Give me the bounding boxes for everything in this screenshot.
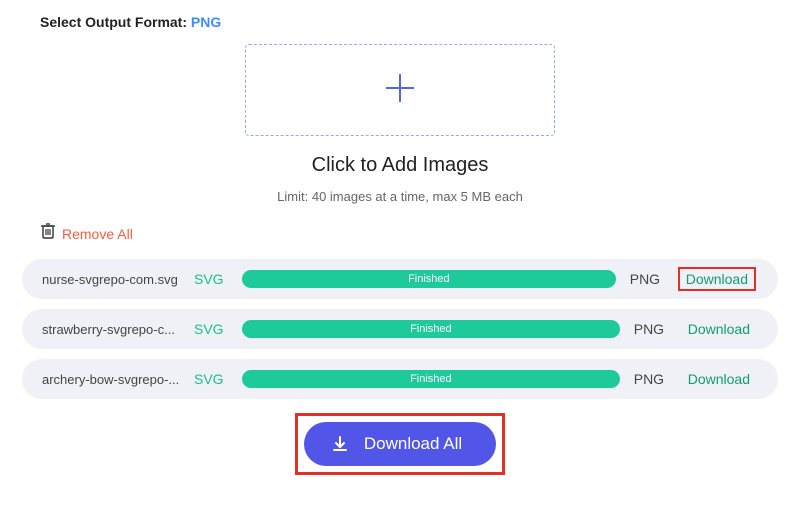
file-output-format: PNG <box>634 371 682 387</box>
plus-icon <box>378 66 422 115</box>
file-row: archery-bow-svgrepo-...SVG Finished PNGDow… <box>22 359 778 399</box>
trash-icon <box>40 222 56 245</box>
download-icon <box>332 436 348 452</box>
progress-status: Finished <box>410 323 452 335</box>
limit-text: Limit: 40 images at a time, max 5 MB eac… <box>22 189 778 204</box>
download-all-highlight: Download All <box>295 413 505 475</box>
file-row: strawberry-svgrepo-c...SVG Finished PNGDow… <box>22 309 778 349</box>
add-images-dropzone[interactable] <box>245 44 555 136</box>
add-images-title: Click to Add Images <box>22 154 778 177</box>
download-all-button[interactable]: Download All <box>304 422 496 466</box>
file-name: nurse-svgrepo-com.svg <box>42 272 194 287</box>
progress-bar: Finished <box>242 270 616 288</box>
file-name: strawberry-svgrepo-c... <box>42 322 194 337</box>
file-output-format: PNG <box>630 271 678 287</box>
file-row: nurse-svgrepo-com.svgSVG Finished PNGDownl… <box>22 259 778 299</box>
progress-status: Finished <box>410 373 452 385</box>
file-list: nurse-svgrepo-com.svgSVGFinishedPNGDownl… <box>22 259 778 399</box>
output-format-row: Select Output Format: PNG <box>40 14 778 30</box>
file-input-format: SVG <box>194 371 242 387</box>
file-input-format: SVG <box>194 271 242 287</box>
output-format-value[interactable]: PNG <box>191 14 221 30</box>
progress-status: Finished <box>408 273 450 285</box>
remove-all-label: Remove All <box>62 226 133 242</box>
download-all-label: Download All <box>364 434 462 454</box>
download-link[interactable]: Download <box>682 319 756 339</box>
file-output-format: PNG <box>634 321 682 337</box>
remove-all-button[interactable]: Remove All <box>40 222 778 245</box>
output-format-label: Select Output Format: <box>40 14 187 30</box>
file-name: archery-bow-svgrepo-... <box>42 372 194 387</box>
file-input-format: SVG <box>194 321 242 337</box>
progress-bar: Finished <box>242 320 620 338</box>
progress-bar: Finished <box>242 370 620 388</box>
download-link[interactable]: Download <box>682 369 756 389</box>
download-link[interactable]: Download <box>678 267 756 291</box>
